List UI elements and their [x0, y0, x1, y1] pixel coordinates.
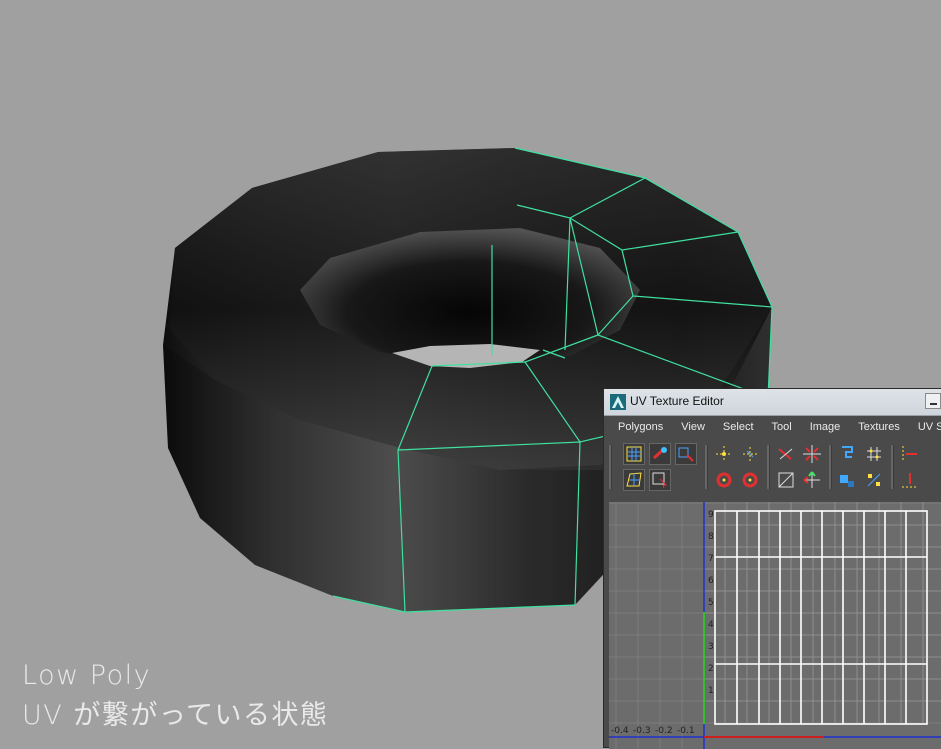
menu-view[interactable]: View [681, 421, 705, 439]
straighten-uv-icon[interactable] [837, 469, 859, 491]
flip-uv-vertical-icon[interactable] [739, 443, 761, 465]
svg-text:4: 4 [708, 620, 714, 630]
toolbar-separator [767, 445, 770, 489]
smear-uv-tool-icon[interactable] [675, 443, 697, 465]
minimize-button[interactable] [925, 393, 941, 409]
menu-image[interactable]: Image [810, 421, 841, 439]
maya-app-icon [610, 394, 626, 410]
uv-editor-canvas[interactable]: 9 8 7 6 5 4 3 2 1 -0.4 -0.3 -0.2 -0.1 [609, 502, 941, 749]
svg-text:8: 8 [708, 532, 714, 542]
menu-polygons[interactable]: Polygons [618, 421, 663, 439]
window-titlebar[interactable]: UV Texture Editor [604, 389, 941, 416]
align-uv-down-icon[interactable] [899, 469, 921, 491]
align-uv-icon[interactable] [899, 443, 921, 465]
flip-uv-horizontal-icon[interactable] [713, 443, 735, 465]
caption-low-poly: Low Poly [22, 660, 152, 691]
move-and-sew-uv-icon[interactable] [801, 469, 823, 491]
u-axis-labels: -0.4 -0.3 -0.2 -0.1 [611, 726, 695, 736]
svg-text:6: 6 [708, 576, 714, 586]
uv-distort-tool-icon[interactable] [623, 469, 645, 491]
svg-text:-0.1: -0.1 [677, 726, 695, 736]
svg-text:1: 1 [708, 686, 714, 696]
toolbar-separator [609, 445, 612, 489]
toolbar-separator [705, 445, 708, 489]
layout-uv-icon[interactable] [863, 443, 885, 465]
toolbar-separator [829, 445, 832, 489]
rotate-uv-cw-icon[interactable] [739, 469, 761, 491]
select-uv-tool-icon[interactable] [649, 469, 671, 491]
uv-texture-editor-window[interactable]: UV Texture Editor Polygons View Select T… [603, 388, 941, 749]
svg-text:-0.3: -0.3 [633, 726, 651, 736]
svg-text:9: 9 [708, 510, 714, 520]
svg-text:2: 2 [708, 664, 714, 674]
svg-text:3: 3 [708, 642, 714, 652]
toolbar-separator [891, 445, 894, 489]
caption-uv-connected: UV が繋がっている状態 [22, 700, 329, 731]
svg-text:-0.2: -0.2 [655, 726, 673, 736]
svg-text:-0.4: -0.4 [611, 726, 629, 736]
svg-text:7: 7 [708, 554, 714, 564]
uv-lattice-tool-icon[interactable] [623, 443, 645, 465]
uv-toolbar [609, 441, 941, 493]
menu-bar: Polygons View Select Tool Image Textures… [609, 421, 941, 439]
sew-uv-edges-icon[interactable] [801, 443, 823, 465]
move-uv-shell-icon[interactable] [649, 443, 671, 465]
normalize-uv-icon[interactable] [775, 469, 797, 491]
rotate-uv-ccw-icon[interactable] [713, 469, 735, 491]
menu-uv-sets[interactable]: UV Sets [918, 421, 941, 439]
menu-textures[interactable]: Textures [858, 421, 900, 439]
window-title: UV Texture Editor [630, 394, 724, 408]
menu-select[interactable]: Select [723, 421, 754, 439]
cut-uv-edges-icon[interactable] [775, 443, 797, 465]
svg-text:5: 5 [708, 598, 714, 608]
unfold-uv-icon[interactable] [837, 443, 859, 465]
menu-tool[interactable]: Tool [772, 421, 792, 439]
v-axis-labels: 9 8 7 6 5 4 3 2 1 [708, 510, 714, 696]
grid-uv-icon[interactable] [863, 469, 885, 491]
